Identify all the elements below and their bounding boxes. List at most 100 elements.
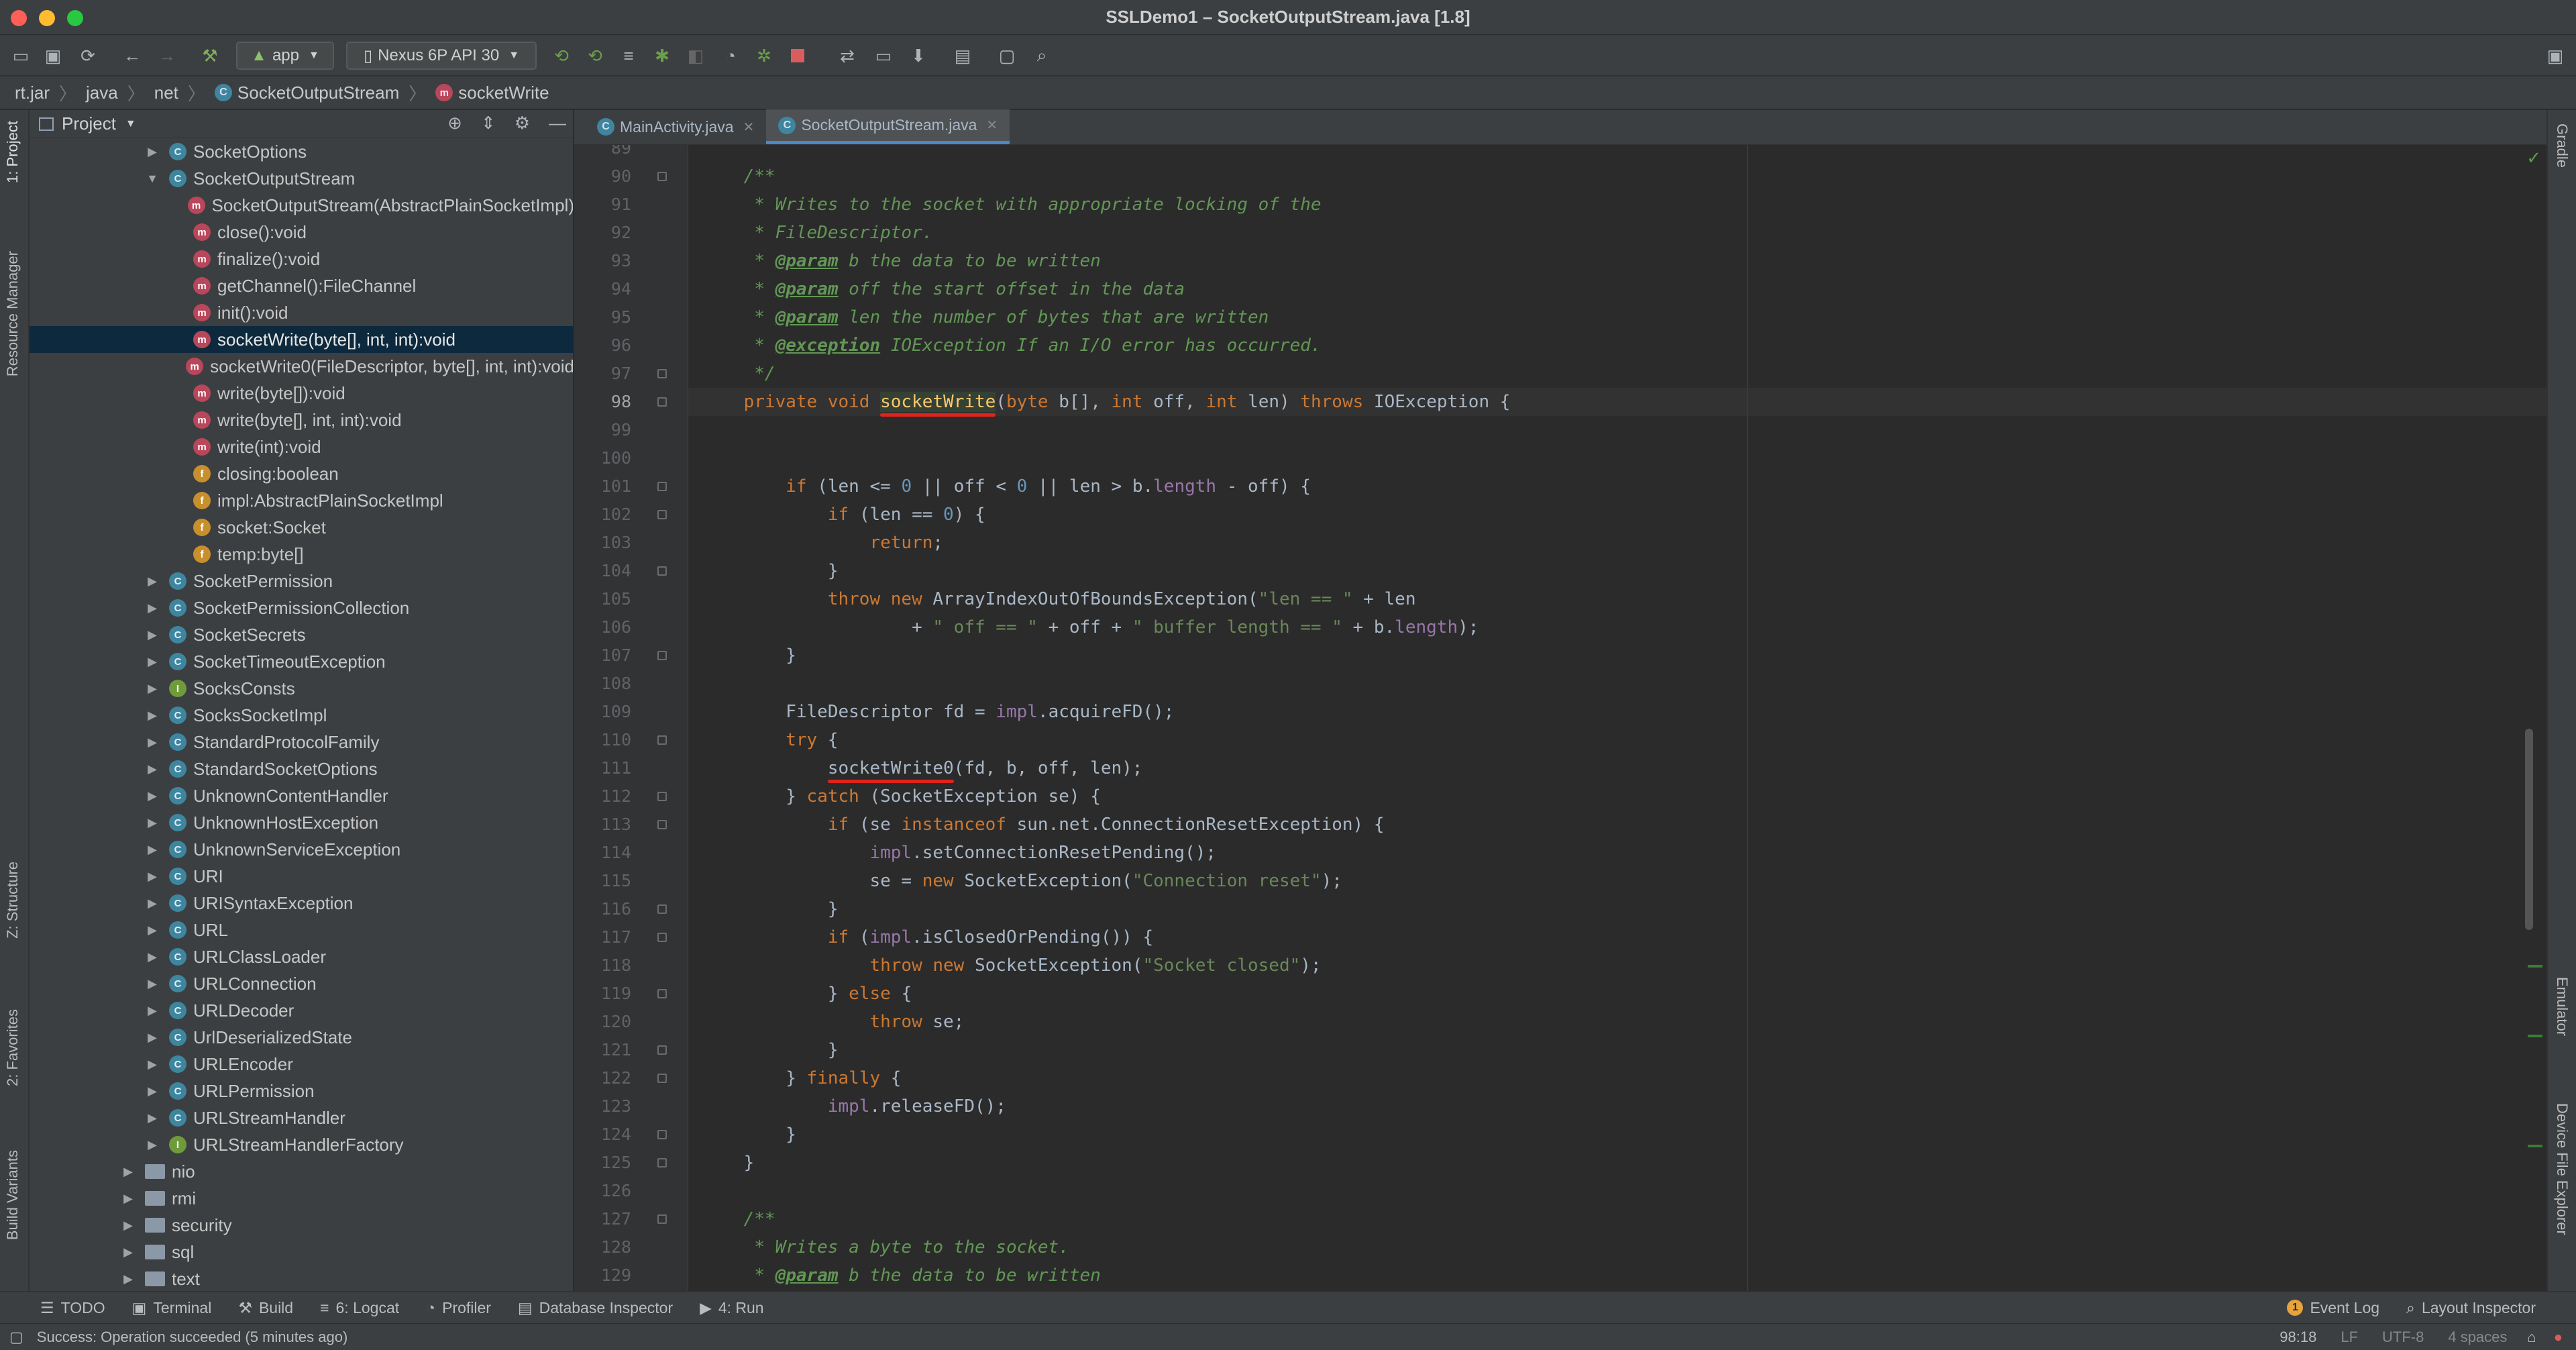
- tab-resource-manager[interactable]: Resource Manager: [4, 251, 21, 376]
- expand-arrow-icon[interactable]: ▶: [145, 682, 160, 696]
- tree-row[interactable]: m getChannel():FileChannel: [30, 272, 573, 299]
- fold-toggle-icon[interactable]: [657, 482, 667, 491]
- fold-toggle-icon[interactable]: [657, 989, 667, 998]
- tab-project[interactable]: 1: Project: [4, 121, 21, 183]
- project-structure-icon[interactable]: ▤: [951, 42, 974, 70]
- forward-icon[interactable]: →: [156, 42, 178, 70]
- tree-row[interactable]: ▶ C URLEncoder: [30, 1051, 573, 1078]
- user-avatar-icon[interactable]: ▣: [2544, 42, 2567, 70]
- tab-structure[interactable]: Z: Structure: [4, 862, 21, 939]
- tool-event-log[interactable]: 1 Event Log: [2287, 1299, 2379, 1317]
- tree-row[interactable]: ▶ C SocketPermissionCollection: [30, 594, 573, 621]
- tree-row[interactable]: ▶ C URLStreamHandler: [30, 1104, 573, 1131]
- tree-row[interactable]: m finalize():void: [30, 246, 573, 272]
- tree-row[interactable]: ▶ C UnknownContentHandler: [30, 782, 573, 809]
- tree-row[interactable]: ▶ rmi: [30, 1185, 573, 1212]
- tool-todo[interactable]: ☰ TODO: [40, 1299, 105, 1317]
- gear-icon[interactable]: ⚙: [515, 113, 530, 134]
- tree-row[interactable]: ▶ C URISyntaxException: [30, 890, 573, 917]
- tool-run[interactable]: ▶ 4: Run: [700, 1299, 763, 1317]
- tree-row[interactable]: f socket:Socket: [30, 514, 573, 541]
- project-view-select[interactable]: Project: [62, 113, 116, 134]
- fold-toggle-icon[interactable]: [657, 904, 667, 914]
- file-encoding[interactable]: UTF-8: [2382, 1329, 2424, 1346]
- collapse-all-icon[interactable]: ⇕: [481, 113, 496, 134]
- tree-row[interactable]: ▶ C StandardProtocolFamily: [30, 729, 573, 756]
- tree-row[interactable]: ▶ I SocksConsts: [30, 675, 573, 702]
- expand-arrow-icon[interactable]: ▶: [145, 145, 160, 159]
- tree-row[interactable]: ▶ C UnknownServiceException: [30, 836, 573, 863]
- expand-arrow-icon[interactable]: ▶: [145, 1111, 160, 1125]
- expand-arrow-icon[interactable]: ▶: [145, 843, 160, 857]
- tree-row[interactable]: ▶ C SocksSocketImpl: [30, 702, 573, 729]
- fold-toggle-icon[interactable]: [657, 1130, 667, 1139]
- tree-row[interactable]: ▶ text: [30, 1265, 573, 1291]
- tree-row[interactable]: m close():void: [30, 219, 573, 246]
- expand-arrow-icon[interactable]: ▶: [145, 816, 160, 830]
- expand-arrow-icon[interactable]: ▶: [121, 1165, 136, 1179]
- breadcrumb-method[interactable]: m socketWrite: [435, 83, 549, 103]
- hide-icon[interactable]: —: [549, 113, 566, 134]
- tree-row[interactable]: m write(byte[]):void: [30, 380, 573, 407]
- apply-changes-icon[interactable]: ⟲: [550, 42, 573, 70]
- fold-toggle-icon[interactable]: [657, 369, 667, 378]
- bug-icon[interactable]: ✲: [753, 42, 775, 70]
- locate-icon[interactable]: ⊕: [447, 113, 462, 134]
- expand-arrow-icon[interactable]: ▶: [145, 762, 160, 776]
- tree-row[interactable]: m SocketOutputStream(AbstractPlainSocketI…: [30, 192, 573, 219]
- gradle-sync-icon[interactable]: ⇄: [836, 42, 859, 70]
- tree-row[interactable]: ▶ sql: [30, 1239, 573, 1265]
- sync-icon[interactable]: ⟳: [76, 42, 99, 70]
- apply-code-changes-icon[interactable]: ⟲: [584, 42, 606, 70]
- tree-row[interactable]: ▶ C URI: [30, 863, 573, 890]
- expand-arrow-icon[interactable]: ▶: [145, 655, 160, 669]
- expand-arrow-icon[interactable]: ▶: [145, 628, 160, 642]
- tab-emulator[interactable]: Emulator: [2553, 977, 2571, 1036]
- breadcrumb-net[interactable]: net: [154, 83, 178, 103]
- error-icon[interactable]: ●: [2554, 1329, 2563, 1346]
- breadcrumb-class[interactable]: C SocketOutputStream: [214, 83, 399, 103]
- tree-row[interactable]: ▶ C URLConnection: [30, 970, 573, 997]
- expand-arrow-icon[interactable]: ▶: [145, 870, 160, 884]
- expand-arrow-icon[interactable]: ▶: [145, 789, 160, 803]
- tree-row[interactable]: f closing:boolean: [30, 460, 573, 487]
- tree-row[interactable]: ▶ C SocketTimeoutException: [30, 648, 573, 675]
- expand-arrow-icon[interactable]: ▶: [145, 1084, 160, 1098]
- tool-profiler[interactable]: ◔ Profiler: [426, 1299, 491, 1317]
- run-config-select[interactable]: ▲ app ▼: [236, 42, 334, 70]
- run-icon[interactable]: ≡: [617, 42, 640, 70]
- tree-row[interactable]: ▶ C StandardSocketOptions: [30, 756, 573, 782]
- tree-row[interactable]: f impl:AbstractPlainSocketImpl: [30, 487, 573, 514]
- breadcrumb-java[interactable]: java: [86, 83, 118, 103]
- save-icon[interactable]: ▣: [42, 42, 64, 70]
- avd-manager-icon[interactable]: ▭: [872, 42, 895, 70]
- tree-row[interactable]: ▶ C SocketOptions: [30, 138, 573, 165]
- lock-icon[interactable]: ⌂: [2527, 1329, 2536, 1346]
- code-editor[interactable]: 89 90 91 92 93 94 95 96 97 98 99 100 101 102 103 104 105…: [574, 145, 2546, 1291]
- tree-row[interactable]: ▶ C URLPermission: [30, 1078, 573, 1104]
- tree-row[interactable]: ▶ security: [30, 1212, 573, 1239]
- expand-arrow-icon[interactable]: ▶: [121, 1218, 136, 1233]
- fold-toggle-icon[interactable]: [657, 397, 667, 407]
- tab-main-activity[interactable]: C MainActivity.java ✕: [585, 109, 766, 144]
- expand-arrow-icon[interactable]: ▶: [145, 601, 160, 615]
- fold-toggle-icon[interactable]: [657, 566, 667, 576]
- expand-arrow-icon[interactable]: ▶: [145, 574, 160, 588]
- fold-toggle-icon[interactable]: [657, 1214, 667, 1224]
- tool-build[interactable]: ⚒ Build: [238, 1299, 293, 1317]
- expand-arrow-icon[interactable]: ▶: [145, 1057, 160, 1072]
- debug-icon[interactable]: ✱: [651, 42, 674, 70]
- expand-arrow-icon[interactable]: ▶: [145, 1004, 160, 1018]
- tab-build-variants[interactable]: Build Variants: [4, 1150, 21, 1240]
- tree-row[interactable]: m socketWrite(byte[], int, int):void: [30, 326, 573, 353]
- expand-arrow-icon[interactable]: ▶: [145, 709, 160, 723]
- open-folder-icon[interactable]: ▭: [9, 42, 32, 70]
- close-icon[interactable]: ✕: [986, 117, 998, 134]
- tab-device-file-explorer[interactable]: Device File Explorer: [2553, 1103, 2571, 1235]
- fold-toggle-icon[interactable]: [657, 933, 667, 942]
- breadcrumb-rt-jar[interactable]: rt.jar: [15, 83, 50, 103]
- tool-database-inspector[interactable]: ▤ Database Inspector: [518, 1299, 673, 1317]
- tree-row[interactable]: ▼ C SocketOutputStream: [30, 165, 573, 192]
- tree-row[interactable]: ▶ I URLStreamHandlerFactory: [30, 1131, 573, 1158]
- expand-arrow-icon[interactable]: ▶: [145, 923, 160, 937]
